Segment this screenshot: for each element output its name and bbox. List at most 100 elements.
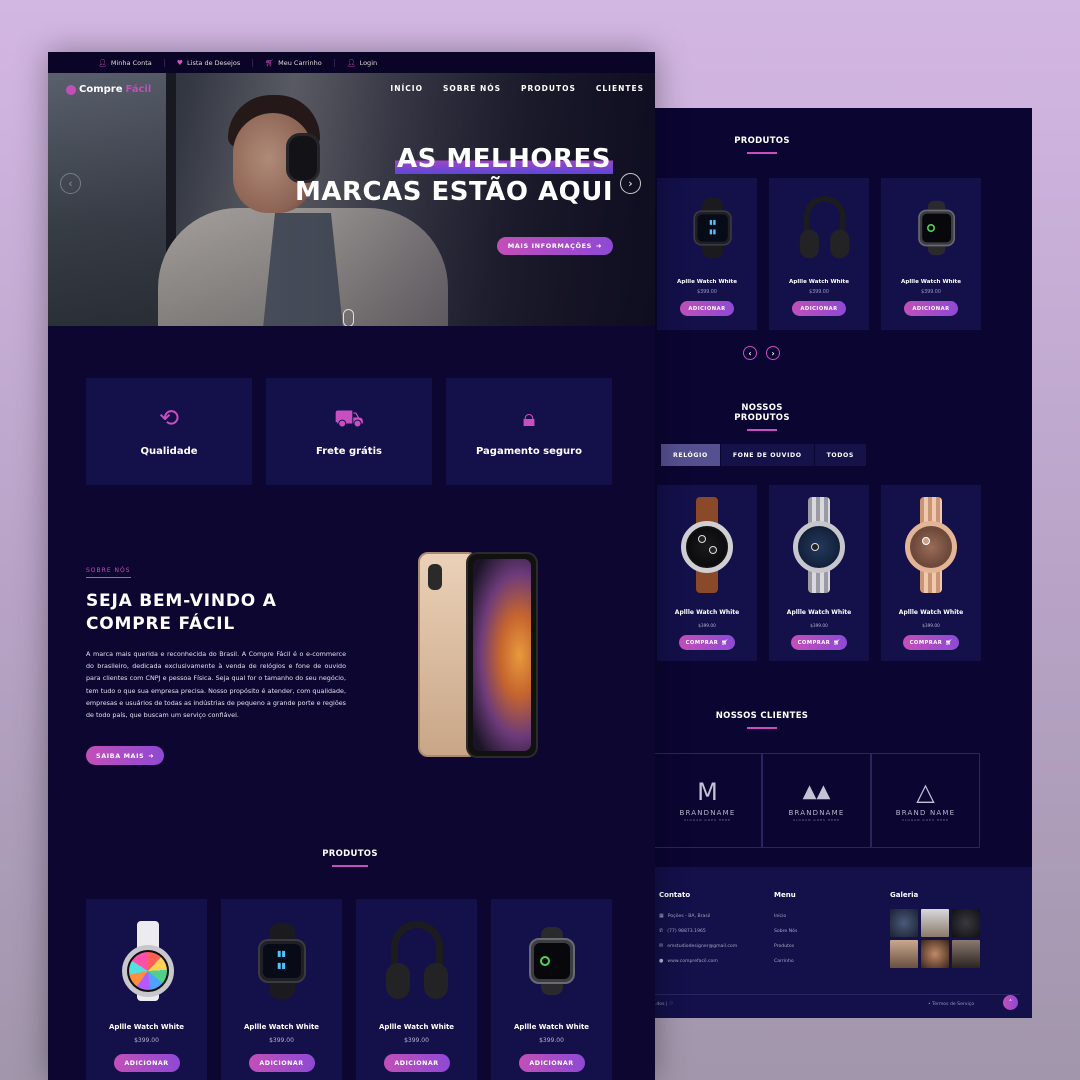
more-info-button[interactable]: MAIS INFORMAÇÕES ➜ bbox=[496, 237, 613, 255]
tab-fone-de-ouvido[interactable]: FONE DE OUVIDO bbox=[721, 444, 815, 466]
product-card: Apllle Watch White $399.00 COMPRAR 🛒︎ bbox=[657, 485, 757, 661]
mail-icon: ✉ bbox=[659, 943, 664, 949]
brand-a-logo-icon: ▲▲ bbox=[802, 781, 831, 802]
gallery-thumb[interactable] bbox=[890, 940, 918, 968]
copyright-text: ...dos | ♡ bbox=[652, 1002, 674, 1007]
account-link[interactable]: 👤︎ Minha Conta bbox=[86, 58, 165, 67]
about-section: SOBRE NÓS SEJA BEM-VINDO A COMPRE FÁCIL A… bbox=[86, 557, 346, 766]
products-section-title: PRODUTOS bbox=[310, 849, 390, 867]
smartwatch-image bbox=[517, 921, 587, 1001]
product-grid: Apllle Watch White $399.00 ADICIONAR ▮▮ ▮… bbox=[86, 899, 612, 1080]
hero-prev-button[interactable]: ‹ bbox=[60, 173, 81, 194]
main-page-mockup: 👤︎ Minha Conta ♥ Lista de Desejos 🛒︎ Meu Ca… bbox=[48, 52, 655, 1080]
buy-button[interactable]: COMPRAR 🛒︎ bbox=[903, 635, 959, 650]
terms-link[interactable]: • Termos de Serviço bbox=[928, 1002, 974, 1007]
heart-icon: ♥ bbox=[176, 58, 184, 67]
smartwatch-image: ▮▮ ▮▮ bbox=[685, 196, 732, 259]
login-link[interactable]: 👤︎ Login bbox=[335, 59, 389, 67]
globe-icon: ● bbox=[659, 958, 664, 964]
gallery-grid bbox=[890, 909, 980, 968]
feature-quality: ⟲ Qualidade bbox=[86, 378, 252, 485]
brand-logo[interactable]: Compre Fácil bbox=[66, 84, 151, 95]
footer-link-produtos[interactable]: Produtos bbox=[774, 939, 797, 954]
gallery-thumb[interactable] bbox=[952, 940, 980, 968]
arrow-right-icon: ➜ bbox=[148, 751, 155, 760]
hero-headline: AS MELHORES MARCAS ESTÃO AQUI bbox=[295, 144, 613, 207]
truck-icon: ⛟ bbox=[333, 404, 365, 432]
product-card: ▮▮ ▮▮ Apllle Watch White $399.00 ADICIONA… bbox=[657, 178, 757, 330]
carousel-next-button[interactable]: › bbox=[766, 346, 780, 360]
buy-button[interactable]: COMPRAR 🛒︎ bbox=[679, 635, 735, 650]
gallery-thumb[interactable] bbox=[921, 909, 949, 937]
clients-section-title: NOSSOS CLIENTES bbox=[712, 711, 812, 729]
cart-link[interactable]: 🛒︎ Meu Carrinho bbox=[253, 58, 335, 67]
lock-icon: 🔒︎ bbox=[522, 404, 536, 432]
product-carousel: ▮▮ ▮▮ Apllle Watch White $399.00 ADICIONA… bbox=[657, 178, 981, 330]
user-icon: 👤︎ bbox=[346, 58, 356, 67]
add-to-cart-button[interactable]: ADICIONAR bbox=[518, 1054, 585, 1072]
nav-inicio[interactable]: INÍCIO bbox=[390, 84, 423, 93]
chronograph-watch-image bbox=[671, 491, 743, 599]
feature-secure-payment: 🔒︎ Pagamento seguro bbox=[446, 378, 612, 485]
iphone-front-image bbox=[466, 552, 538, 758]
site-footer: Contato ▦ Poções - BA, Brasil ✆ (77) 98873… bbox=[640, 867, 1032, 1018]
product-card: Apllle Watch White $399.00 COMPRAR 🛒︎ bbox=[769, 485, 869, 661]
footer-link-inicio[interactable]: Início bbox=[774, 909, 797, 924]
product-card: Apllle Watch White $399.00 ADICIONAR bbox=[769, 178, 869, 330]
about-text: A marca mais querida e reconhecida do Br… bbox=[86, 650, 346, 720]
footer-link-carrinho[interactable]: Carrinho bbox=[774, 954, 797, 969]
wishlist-link[interactable]: ♥ Lista de Desejos bbox=[165, 58, 254, 67]
nav-clientes[interactable]: CLIENTES bbox=[596, 84, 644, 93]
add-to-cart-button[interactable]: ADICIONAR bbox=[792, 301, 846, 316]
carousel-controls: ‹ › bbox=[743, 346, 780, 360]
map-icon: ▦ bbox=[659, 913, 664, 919]
our-products-grid: Apllle Watch White $399.00 COMPRAR 🛒︎ Apl… bbox=[657, 485, 981, 661]
chevron-left-icon: ‹ bbox=[748, 348, 752, 358]
headphone-logo-icon bbox=[66, 84, 76, 95]
hero-next-button[interactable]: › bbox=[620, 173, 641, 194]
footer-bottom-bar: ...dos | ♡ • Termos de Serviço bbox=[640, 994, 1020, 1007]
features-row: ⟲ Qualidade ⛟ Frete grátis 🔒︎ Pagamento … bbox=[86, 378, 612, 485]
user-icon: 👤︎ bbox=[98, 58, 107, 67]
client-logos: M BRANDNAME SLOGAN GOES HERE ▲▲ BRANDNAM… bbox=[653, 753, 980, 848]
add-to-cart-button[interactable]: ADICIONAR bbox=[383, 1054, 450, 1072]
our-products-title: NOSSOS PRODUTOS bbox=[712, 403, 812, 431]
footer-contact: Contato ▦ Poções - BA, Brasil ✆ (77) 98873… bbox=[659, 891, 737, 969]
nav-sobre-nos[interactable]: SOBRE NÓS bbox=[443, 84, 501, 93]
scroll-indicator-icon[interactable] bbox=[343, 309, 354, 326]
footer-gallery: Galeria bbox=[890, 891, 980, 968]
brand-m-logo-icon: M bbox=[697, 778, 718, 806]
add-to-cart-button[interactable]: ADICIONAR bbox=[680, 301, 734, 316]
tab-todos[interactable]: TODOS bbox=[815, 444, 867, 466]
product-card: Apllle Watch White $399.00 ADICIONAR bbox=[881, 178, 981, 330]
arrow-right-icon: ➜ bbox=[595, 242, 602, 250]
add-to-cart-button[interactable]: ADICIONAR bbox=[248, 1054, 315, 1072]
gallery-thumb[interactable] bbox=[921, 940, 949, 968]
brand-triangle-logo-icon: △ bbox=[916, 778, 935, 806]
gallery-thumb[interactable] bbox=[952, 909, 980, 937]
back-to-top-button[interactable]: ˄ bbox=[1003, 995, 1018, 1010]
client-logo: M BRANDNAME SLOGAN GOES HERE bbox=[653, 753, 762, 848]
carousel-prev-button[interactable]: ‹ bbox=[743, 346, 757, 360]
footer-link-sobre-nos[interactable]: Sobre Nós bbox=[774, 924, 797, 939]
product-filter-tabs: RELÓGIO FONE DE OUVIDO TODOS bbox=[661, 444, 867, 466]
apple-watch-image bbox=[112, 921, 182, 1001]
gallery-thumb[interactable] bbox=[890, 909, 918, 937]
client-logo: △ BRAND NAME SLOGAN GOES HERE bbox=[871, 753, 980, 848]
about-kicker: SOBRE NÓS bbox=[86, 567, 131, 578]
learn-more-button[interactable]: SAIBA MAIS ➜ bbox=[86, 746, 165, 766]
products-section-title: PRODUTOS bbox=[722, 136, 802, 154]
add-to-cart-button[interactable]: ADICIONAR bbox=[113, 1054, 180, 1072]
buy-button[interactable]: COMPRAR 🛒︎ bbox=[791, 635, 847, 650]
headphone-image bbox=[382, 921, 452, 1001]
smartwatch-image bbox=[909, 196, 955, 256]
tab-relogio[interactable]: RELÓGIO bbox=[661, 444, 721, 466]
cart-icon: 🛒︎ bbox=[721, 639, 729, 646]
add-to-cart-button[interactable]: ADICIONAR bbox=[904, 301, 958, 316]
phone-icon: ✆ bbox=[659, 928, 664, 934]
secondary-page-mockup: PRODUTOS ▮▮ ▮▮ Apllle Watch White $399.00… bbox=[640, 108, 1032, 1018]
nav-produtos[interactable]: PRODUTOS bbox=[521, 84, 576, 93]
headphone-image bbox=[797, 196, 850, 259]
chevron-up-icon: ˄ bbox=[1008, 998, 1013, 1007]
top-bar: 👤︎ Minha Conta ♥ Lista de Desejos 🛒︎ Meu Ca… bbox=[48, 52, 655, 73]
